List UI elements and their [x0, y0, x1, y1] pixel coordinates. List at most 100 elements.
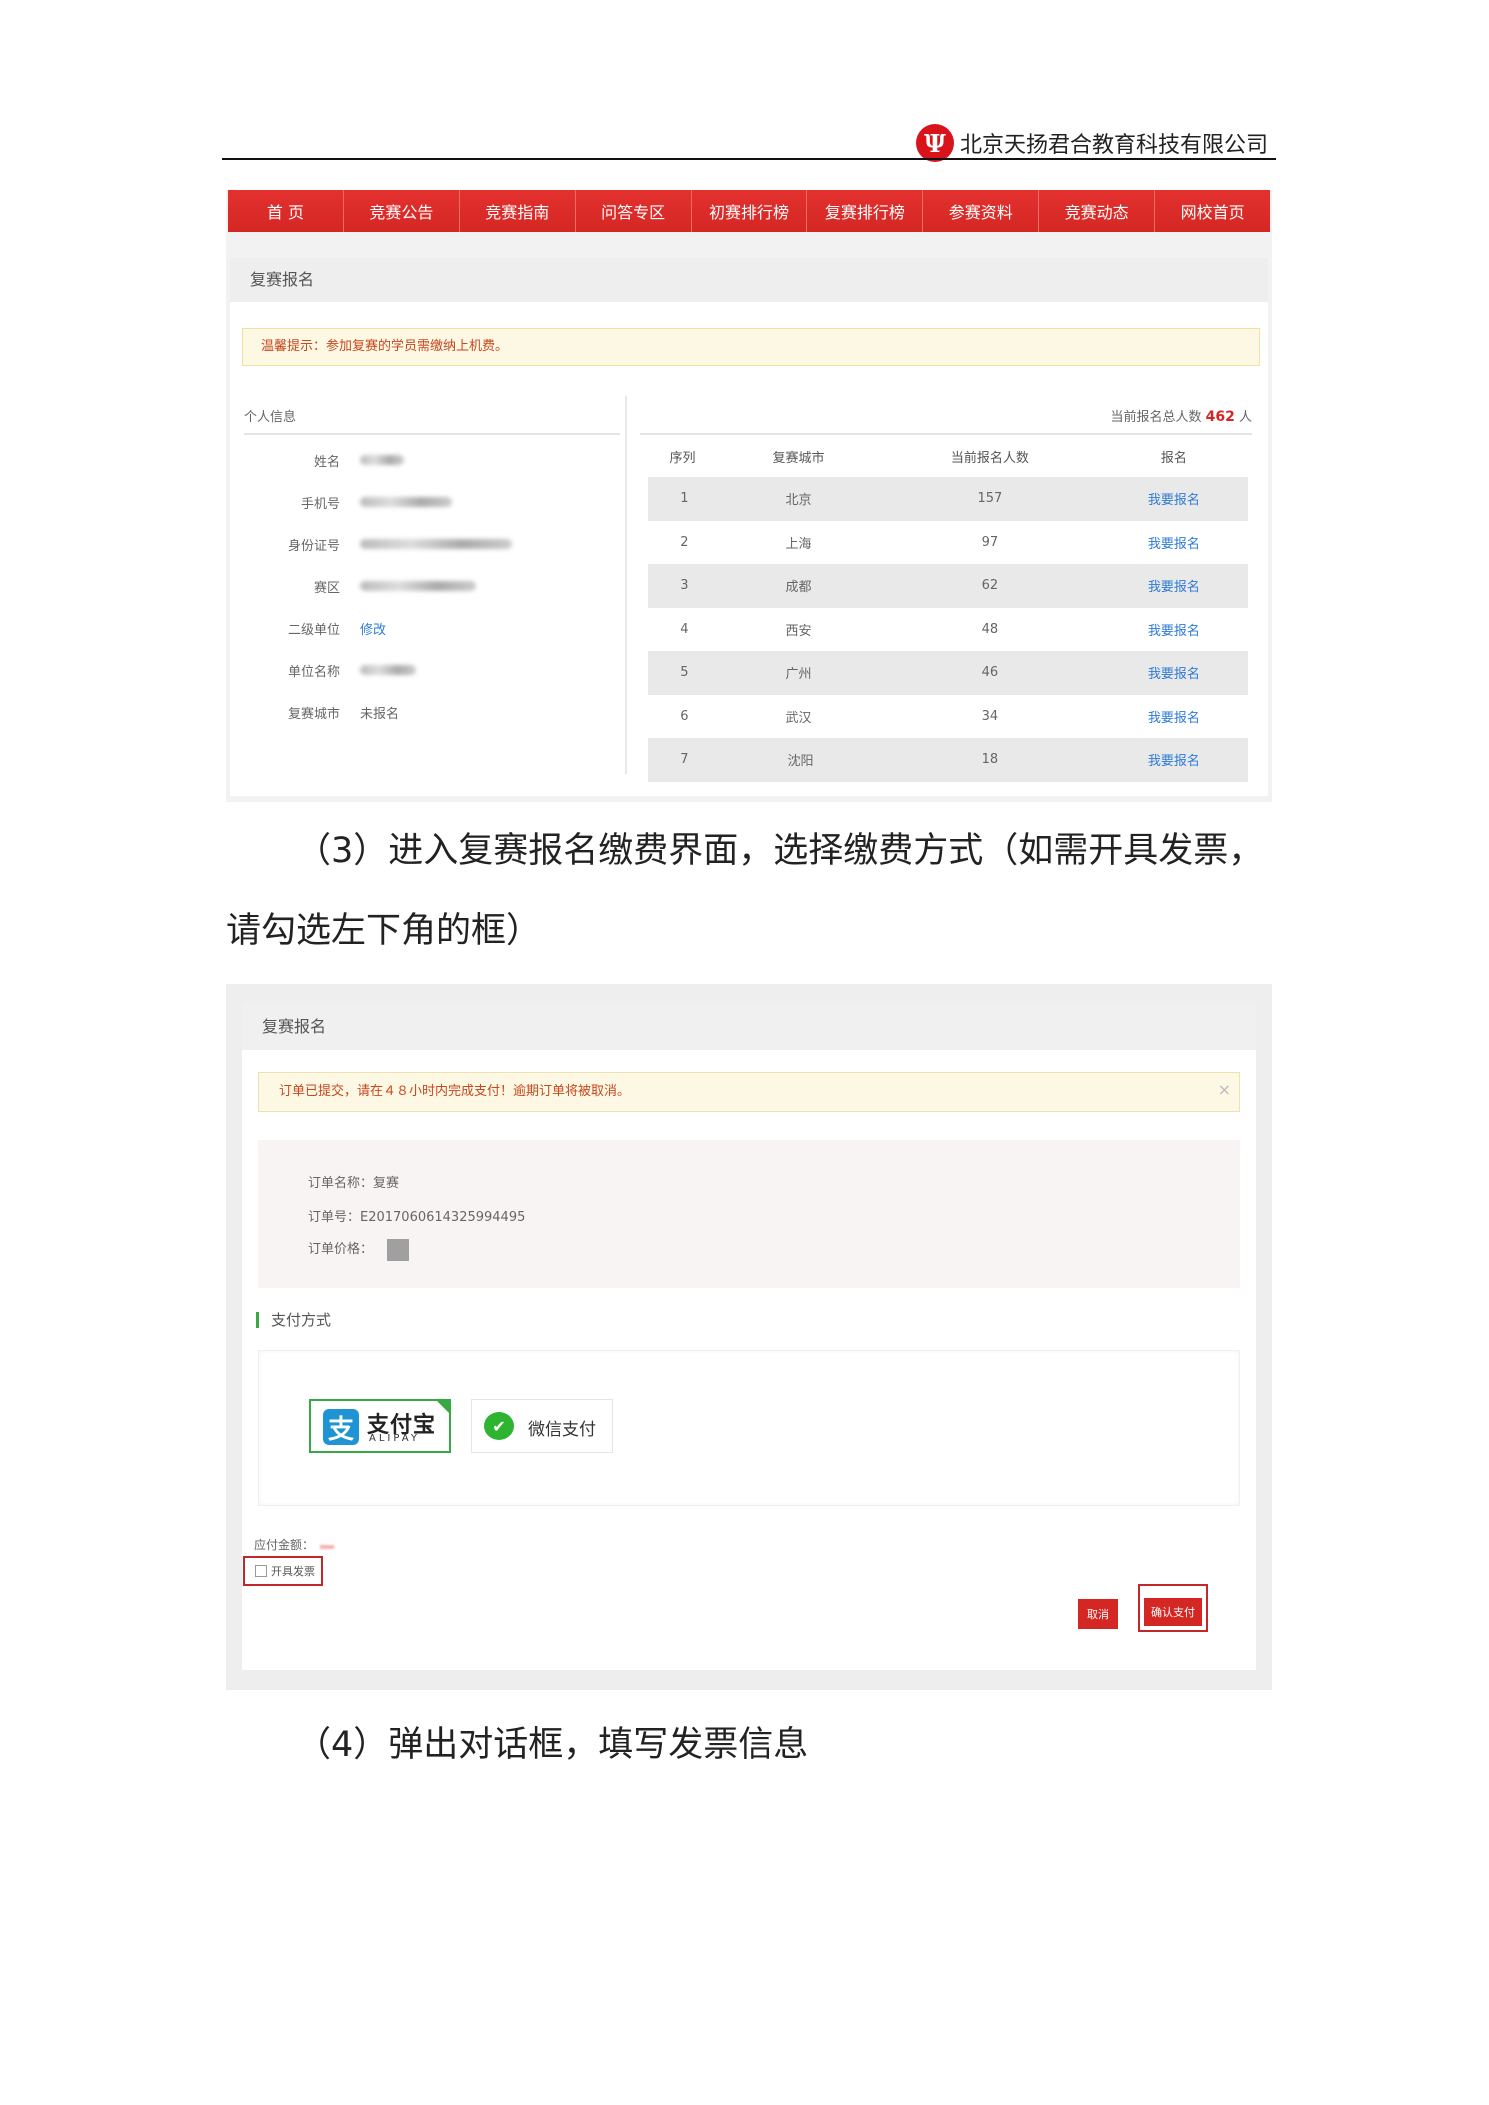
order-name: 订单名称：复赛: [308, 1176, 400, 1191]
row-count: 62: [880, 564, 1100, 608]
wechat-label: 微信支付: [528, 1420, 596, 1440]
registration-panel: 复赛报名 温馨提示：参加复赛的学员需缴纳上机费。 个人信息 姓名 手机号 身份证…: [230, 258, 1268, 796]
row-count: 18: [880, 738, 1100, 782]
info-row-idcard: 身份证号: [244, 523, 620, 565]
invoice-checkbox[interactable]: [255, 1565, 267, 1577]
payment-method-title: 支付方式: [256, 1312, 331, 1328]
row-index: 1: [640, 477, 721, 521]
redacted-value: [360, 539, 512, 549]
info-label: 身份证号: [287, 538, 340, 554]
register-link[interactable]: 我要报名: [1100, 695, 1248, 739]
table-row: 3 成都 62 我要报名: [640, 564, 1248, 608]
row-index: 7: [640, 738, 721, 782]
nav-home[interactable]: 首 页: [228, 190, 344, 232]
row-count: 46: [880, 651, 1100, 695]
order-number: 订单号：E2017060614325994495: [308, 1210, 526, 1225]
screenshot-registration: 首 页 竞赛公告 竞赛指南 问答专区 初赛排行榜 复赛排行榜 参赛资料 竞赛动态…: [226, 190, 1272, 802]
redacted-value: [360, 455, 404, 465]
order-tip-banner: 订单已提交，请在４８小时内完成支付！逾期订单将被取消。 ×: [258, 1072, 1240, 1112]
row-count: 97: [981, 534, 999, 550]
payment-panel: 复赛报名 订单已提交，请在４８小时内完成支付！逾期订单将被取消。 × 订单名称：…: [242, 1004, 1256, 1670]
close-icon[interactable]: ×: [1218, 1071, 1231, 1109]
info-row-city: 复赛城市 未报名: [244, 691, 620, 733]
redacted-value: [360, 581, 476, 591]
info-label: 单位名称: [287, 664, 340, 680]
company-logo-icon: Ψ: [916, 124, 954, 162]
row-city: 武汉: [785, 710, 812, 726]
register-link[interactable]: 我要报名: [1099, 564, 1248, 608]
row-count: 157: [880, 477, 1100, 521]
personal-info: 个人信息 姓名 手机号 身份证号 赛区 二级单位 修改 单位名称 复赛城市 未报…: [244, 406, 620, 733]
nav-rematch-ranking[interactable]: 复赛排行榜: [807, 190, 924, 232]
info-row-region: 赛区: [244, 565, 620, 607]
panel-title: 复赛报名: [242, 1004, 1256, 1050]
city-table-section: 当前报名总人数 462 人 序列 复赛城市 当前报名人数 报名 1 北京 157…: [640, 406, 1252, 782]
row-index: 4: [640, 607, 721, 651]
register-link[interactable]: 我要报名: [1100, 521, 1248, 565]
table-row: 1 北京 157 我要报名: [640, 477, 1248, 521]
redacted-value: [360, 665, 416, 675]
redacted-amount: [320, 1545, 335, 1549]
row-count: 34: [981, 708, 999, 724]
info-row-unit: 单位名称: [244, 649, 620, 691]
alipay-option[interactable]: 支 支付宝 ALIPAY: [309, 1399, 451, 1453]
info-label: 赛区: [313, 580, 340, 596]
info-label: 二级单位: [287, 622, 340, 638]
info-row-name: 姓名: [244, 439, 620, 481]
table-row: 4 西安 48 我要报名: [640, 607, 1248, 652]
total-label: 当前报名总人数: [1110, 410, 1202, 425]
nav-guide[interactable]: 竞赛指南: [460, 190, 576, 232]
row-city: 西安: [785, 623, 812, 639]
table-row: 2 上海 97 我要报名: [640, 520, 1248, 565]
register-link[interactable]: 我要报名: [1100, 608, 1248, 652]
wechat-icon: ✔: [484, 1412, 514, 1440]
info-row-phone: 手机号: [244, 481, 620, 523]
nav-school-home[interactable]: 网校首页: [1155, 190, 1270, 232]
row-index: 3: [640, 564, 721, 608]
column-divider: [625, 396, 627, 774]
confirm-pay-button[interactable]: 确认支付: [1144, 1598, 1202, 1626]
step3-line1: （3）进入复赛报名缴费界面，选择缴费方式（如需开具发票，: [296, 831, 1264, 871]
order-summary: 订单名称：复赛 订单号：E2017060614325994495 订单价格：: [258, 1140, 1240, 1288]
info-label: 复赛城市: [287, 706, 340, 722]
city-table: 序列 复赛城市 当前报名人数 报名 1 北京 157 我要报名 2 上海 97 …: [640, 435, 1252, 782]
order-price: 订单价格：: [308, 1238, 410, 1261]
table-row: 6 武汉 34 我要报名: [640, 694, 1248, 739]
wechat-option[interactable]: ✔ 微信支付: [471, 1399, 613, 1453]
row-index: 5: [640, 651, 721, 695]
redacted-price: [387, 1238, 410, 1261]
nav-announcements[interactable]: 竞赛公告: [344, 190, 460, 232]
table-row: 7 沈阳 18 我要报名: [640, 738, 1248, 782]
header-action: 报名: [1160, 450, 1187, 466]
nav-prelim-ranking[interactable]: 初赛排行榜: [692, 190, 808, 232]
top-nav: 首 页 竞赛公告 竞赛指南 问答专区 初赛排行榜 复赛排行榜 参赛资料 竞赛动态…: [228, 190, 1270, 232]
row-index: 6: [640, 694, 721, 738]
nav-materials[interactable]: 参赛资料: [923, 190, 1040, 232]
personal-info-title: 个人信息: [244, 406, 620, 435]
row-index: 2: [640, 520, 721, 564]
row-city: 沈阳: [720, 738, 881, 782]
alipay-icon: 支: [323, 1409, 359, 1445]
redacted-value: [360, 497, 452, 507]
header-count: 当前报名人数: [950, 450, 1029, 466]
step3-line2: 请勾选左下角的框）: [226, 911, 542, 951]
confirm-highlight: 确认支付: [1138, 1584, 1208, 1632]
header-index: 序列: [669, 450, 696, 466]
info-row-subunit: 二级单位 修改: [244, 607, 620, 649]
total-count: 当前报名总人数 462 人: [640, 406, 1252, 435]
row-city: 广州: [720, 651, 881, 695]
row-count: 48: [981, 621, 999, 637]
register-link[interactable]: 我要报名: [1099, 651, 1248, 695]
nav-news[interactable]: 竞赛动态: [1039, 190, 1156, 232]
register-link[interactable]: 我要报名: [1099, 738, 1248, 782]
order-price-label: 订单价格：: [308, 1242, 374, 1257]
invoice-checkbox-highlight[interactable]: 开具发票: [243, 1556, 323, 1586]
invoice-label: 开具发票: [271, 1565, 315, 1578]
nav-qa[interactable]: 问答专区: [576, 190, 692, 232]
order-tip-text: 订单已提交，请在４８小时内完成支付！逾期订单将被取消。: [279, 1084, 631, 1099]
register-link[interactable]: 我要报名: [1099, 477, 1248, 521]
total-unit: 人: [1238, 410, 1252, 425]
cancel-button[interactable]: 取消: [1078, 1599, 1118, 1629]
table-header: 序列 复赛城市 当前报名人数 报名: [644, 435, 1248, 477]
edit-subunit-link[interactable]: 修改: [360, 619, 386, 638]
